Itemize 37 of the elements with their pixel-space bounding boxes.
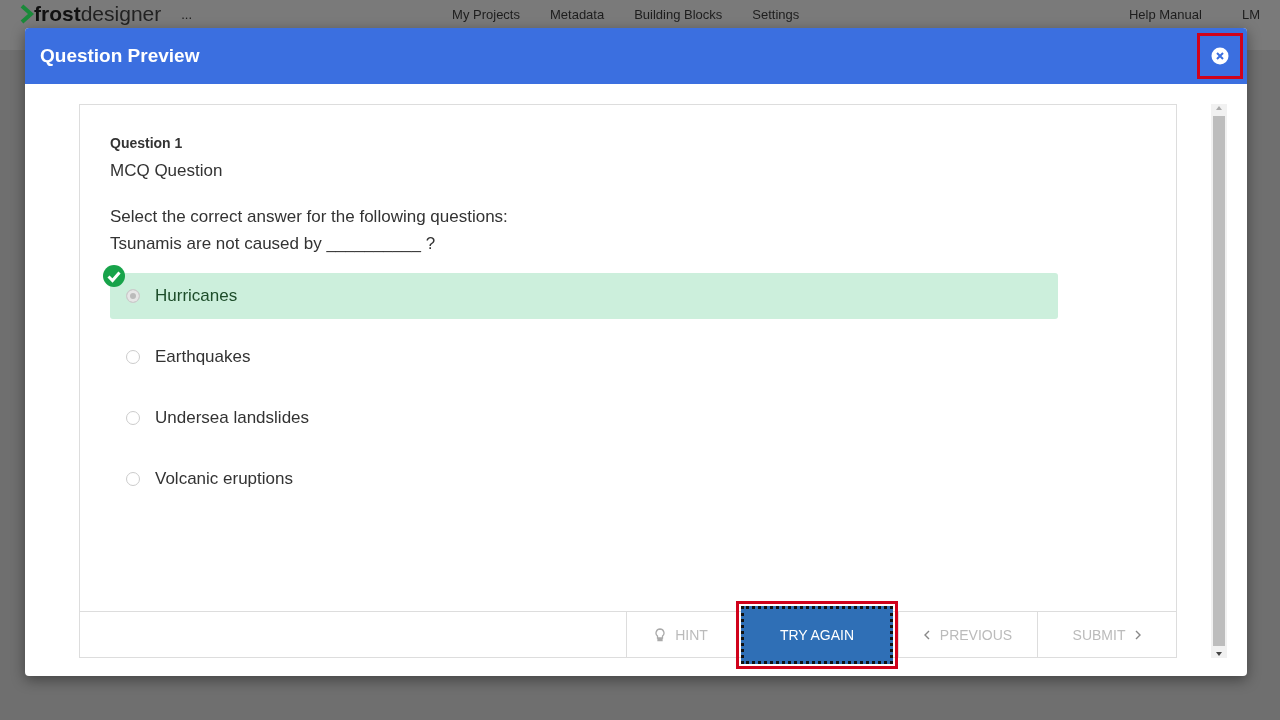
try-again-button[interactable]: TRY AGAIN [736,601,898,669]
logo-mark-icon [20,4,34,24]
question-stem: Tsunamis are not caused by __________ ? [110,233,437,255]
nav-link[interactable]: Settings [752,8,800,22]
dialog-title: Question Preview [40,45,201,67]
nav-link[interactable]: Metadata [550,8,605,22]
question-prompt: Select the correct answer for the following questions: [110,206,509,228]
option-label: Undersea landslides [155,408,310,428]
option-label: Volcanic eruptions [155,469,293,489]
close-icon [1211,47,1229,65]
close-button[interactable] [1197,33,1243,79]
help-menu[interactable]: Help Manual [1128,8,1202,22]
chevron-right-icon [1135,629,1142,640]
lightbulb-icon [655,627,666,642]
answer-option[interactable]: Earthquakes [110,334,1058,380]
radio-button[interactable] [126,350,140,364]
check-icon [102,264,126,288]
more-menu[interactable]: ... [181,8,193,22]
nav-link[interactable]: Building Blocks [634,8,723,22]
question-type: MCQ Question [110,161,224,181]
option-label: Hurricanes [155,286,238,306]
option-label: Earthquakes [155,347,251,367]
answer-option[interactable]: Undersea landslides [110,395,1058,441]
radio-button[interactable] [126,411,140,425]
answer-option[interactable]: Volcanic eruptions [110,456,1058,502]
question-number: Question 1 [110,135,184,151]
logo-text: frost [34,4,81,24]
radio-button[interactable] [126,472,140,486]
user-menu[interactable]: LM [1241,8,1260,22]
radio-button[interactable] [126,289,140,303]
logo-text: designer [80,4,162,24]
scroll-down-icon[interactable] [1215,650,1223,658]
scroll-up-icon[interactable] [1215,104,1223,112]
nav-link[interactable]: My Projects [452,8,520,22]
scrollbar[interactable] [1211,104,1227,658]
answer-option[interactable]: Hurricanes [110,273,1058,319]
chevron-left-icon [923,629,930,640]
